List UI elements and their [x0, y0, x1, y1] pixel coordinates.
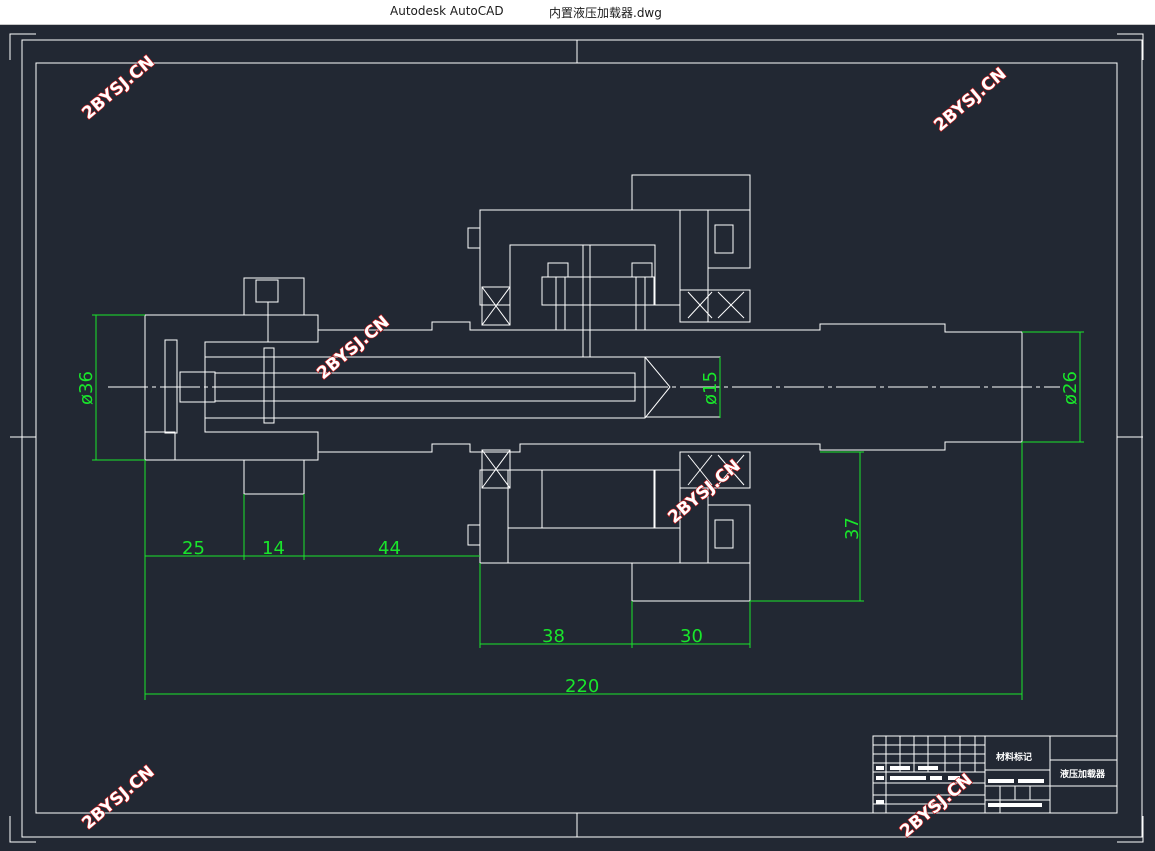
dim-length-220: 220 — [565, 676, 599, 697]
drawing-canvas[interactable]: ø36 ø15 ø26 25 14 44 38 30 37 220 材料标记 液… — [0, 24, 1155, 851]
dim-length-37: 37 — [842, 517, 863, 540]
dim-length-25: 25 — [182, 538, 205, 559]
material-mark-label: 材料标记 — [995, 751, 1032, 763]
dimension-labels: ø36 ø15 ø26 25 14 44 38 30 37 220 — [76, 371, 1081, 697]
app-name: Autodesk AutoCAD — [390, 4, 504, 18]
document-name: 内置液压加载器.dwg — [549, 6, 662, 20]
watermark: 2BYSJ.CN — [664, 456, 744, 528]
loader-assembly-drawing — [108, 174, 1060, 602]
watermark: 2BYSJ.CN — [78, 762, 158, 834]
dim-length-38: 38 — [542, 626, 565, 647]
dim-length-44: 44 — [378, 538, 401, 559]
watermarks: 2BYSJ.CN 2BYSJ.CN 2BYSJ.CN 2BYSJ.CN 2BYS… — [78, 51, 1011, 842]
title-bar: Autodesk AutoCAD 内置液压加载器.dwg — [0, 0, 1155, 25]
dim-diameter-36: ø36 — [76, 371, 97, 405]
dim-length-30: 30 — [680, 626, 703, 647]
drawing-name-label: 液压加载器 — [1060, 768, 1106, 780]
dim-length-14: 14 — [262, 538, 285, 559]
watermark: 2BYSJ.CN — [930, 64, 1010, 136]
dim-diameter-15: ø15 — [700, 371, 721, 405]
drawing-frame — [9, 33, 1144, 843]
watermark: 2BYSJ.CN — [896, 770, 976, 842]
dim-diameter-26: ø26 — [1060, 371, 1081, 405]
title-block: 材料标记 液压加载器 — [872, 735, 1118, 814]
